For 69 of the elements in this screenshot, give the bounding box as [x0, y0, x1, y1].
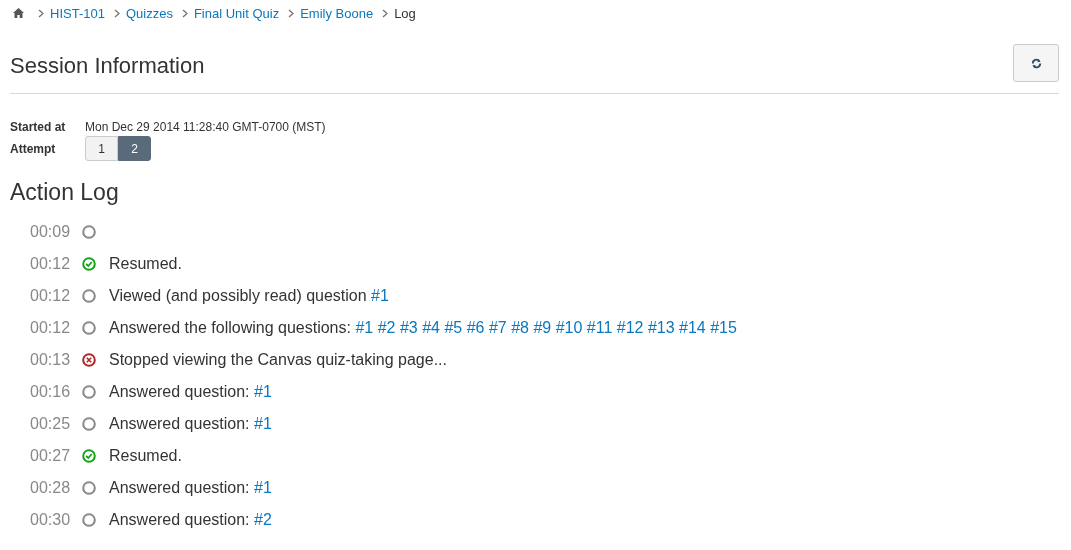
- timestamp: 00:13: [30, 351, 72, 369]
- timestamp: 00:27: [30, 447, 72, 465]
- question-link[interactable]: #13: [647, 319, 675, 336]
- log-message: Answered question: #1: [109, 383, 272, 401]
- check-circle-icon: [82, 449, 96, 463]
- timestamp: 00:16: [30, 383, 72, 401]
- question-link[interactable]: #1: [254, 479, 272, 496]
- circle-icon: [82, 513, 96, 527]
- home-icon[interactable]: [13, 8, 24, 18]
- circle-icon: [82, 225, 96, 239]
- circle-icon: [82, 481, 96, 495]
- log-message: Answered question: #1: [109, 479, 272, 497]
- timestamp: 00:12: [30, 319, 72, 337]
- x-circle-icon: [82, 353, 96, 367]
- started-value: Mon Dec 29 2014 11:28:40 GMT-0700 (MST): [85, 120, 326, 134]
- circle-icon: [82, 417, 96, 431]
- timestamp: 00:25: [30, 415, 72, 433]
- question-link[interactable]: #6: [466, 319, 485, 336]
- refresh-button[interactable]: [1013, 44, 1059, 82]
- attempt-button[interactable]: 1: [85, 136, 118, 161]
- page-title: Session Information: [10, 53, 205, 79]
- circle-icon: [82, 289, 96, 303]
- section-heading: Action Log: [10, 179, 120, 206]
- question-link[interactable]: #12: [616, 319, 644, 336]
- breadcrumb-link[interactable]: HIST-101: [50, 5, 105, 21]
- question-link[interactable]: #4: [422, 319, 440, 336]
- refresh-icon: [1030, 57, 1042, 69]
- chevron-icon: [181, 8, 188, 18]
- question-link[interactable]: #2: [254, 511, 272, 528]
- circle-icon: [82, 321, 96, 335]
- question-link[interactable]: #8: [511, 319, 529, 336]
- question-link[interactable]: #10: [555, 319, 583, 336]
- log-message: Stopped viewing the Canvas quiz-taking page...: [109, 351, 447, 369]
- timestamp: 00:30: [30, 511, 72, 529]
- question-link[interactable]: #2: [377, 319, 396, 336]
- timestamp: 00:12: [30, 255, 72, 273]
- breadcrumb-current: Log: [394, 5, 416, 21]
- attempt-button[interactable]: 2: [118, 136, 151, 161]
- chevron-icon: [288, 8, 295, 18]
- timestamp: 00:28: [30, 479, 72, 497]
- chevron-icon: [38, 8, 44, 18]
- question-link[interactable]: #1: [355, 319, 374, 336]
- breadcrumb-link[interactable]: Quizzes: [125, 5, 173, 21]
- log-message: Answered question: #2: [109, 511, 272, 529]
- log-message: Answered question: #1: [109, 415, 272, 433]
- attempt-label: Attempt: [10, 141, 57, 156]
- question-link[interactable]: #11: [586, 319, 613, 336]
- breadcrumb-link[interactable]: Final Unit Quiz: [193, 5, 280, 21]
- breadcrumb-link[interactable]: Emily Boone: [300, 5, 374, 21]
- chevron-icon: [113, 8, 120, 18]
- question-link[interactable]: #15: [710, 319, 737, 336]
- circle-icon: [82, 385, 96, 399]
- started-label: Started at: [10, 120, 67, 134]
- log-message: Viewed (and possibly read) question #1: [109, 287, 389, 305]
- chevron-icon: [382, 8, 389, 18]
- log-message: Resumed.: [109, 447, 182, 465]
- timestamp: 00:09: [30, 223, 72, 241]
- log-message: Resumed.: [109, 255, 182, 273]
- question-link[interactable]: #7: [488, 319, 507, 336]
- question-link[interactable]: #1: [254, 383, 272, 400]
- question-link[interactable]: #14: [679, 319, 706, 336]
- question-link[interactable]: #3: [399, 319, 418, 336]
- question-link[interactable]: #9: [533, 319, 552, 336]
- log-message: Answered the following questions: #1 #2 #3 #4 #5 #6 #7 #8 #9 #10 #11 #12 #13 #14 #15: [109, 319, 737, 337]
- timestamp: 00:12: [30, 287, 72, 305]
- question-link[interactable]: #5: [444, 319, 463, 336]
- check-circle-icon: [82, 257, 96, 271]
- question-link[interactable]: #1: [254, 415, 272, 432]
- question-link[interactable]: #1: [371, 287, 389, 304]
